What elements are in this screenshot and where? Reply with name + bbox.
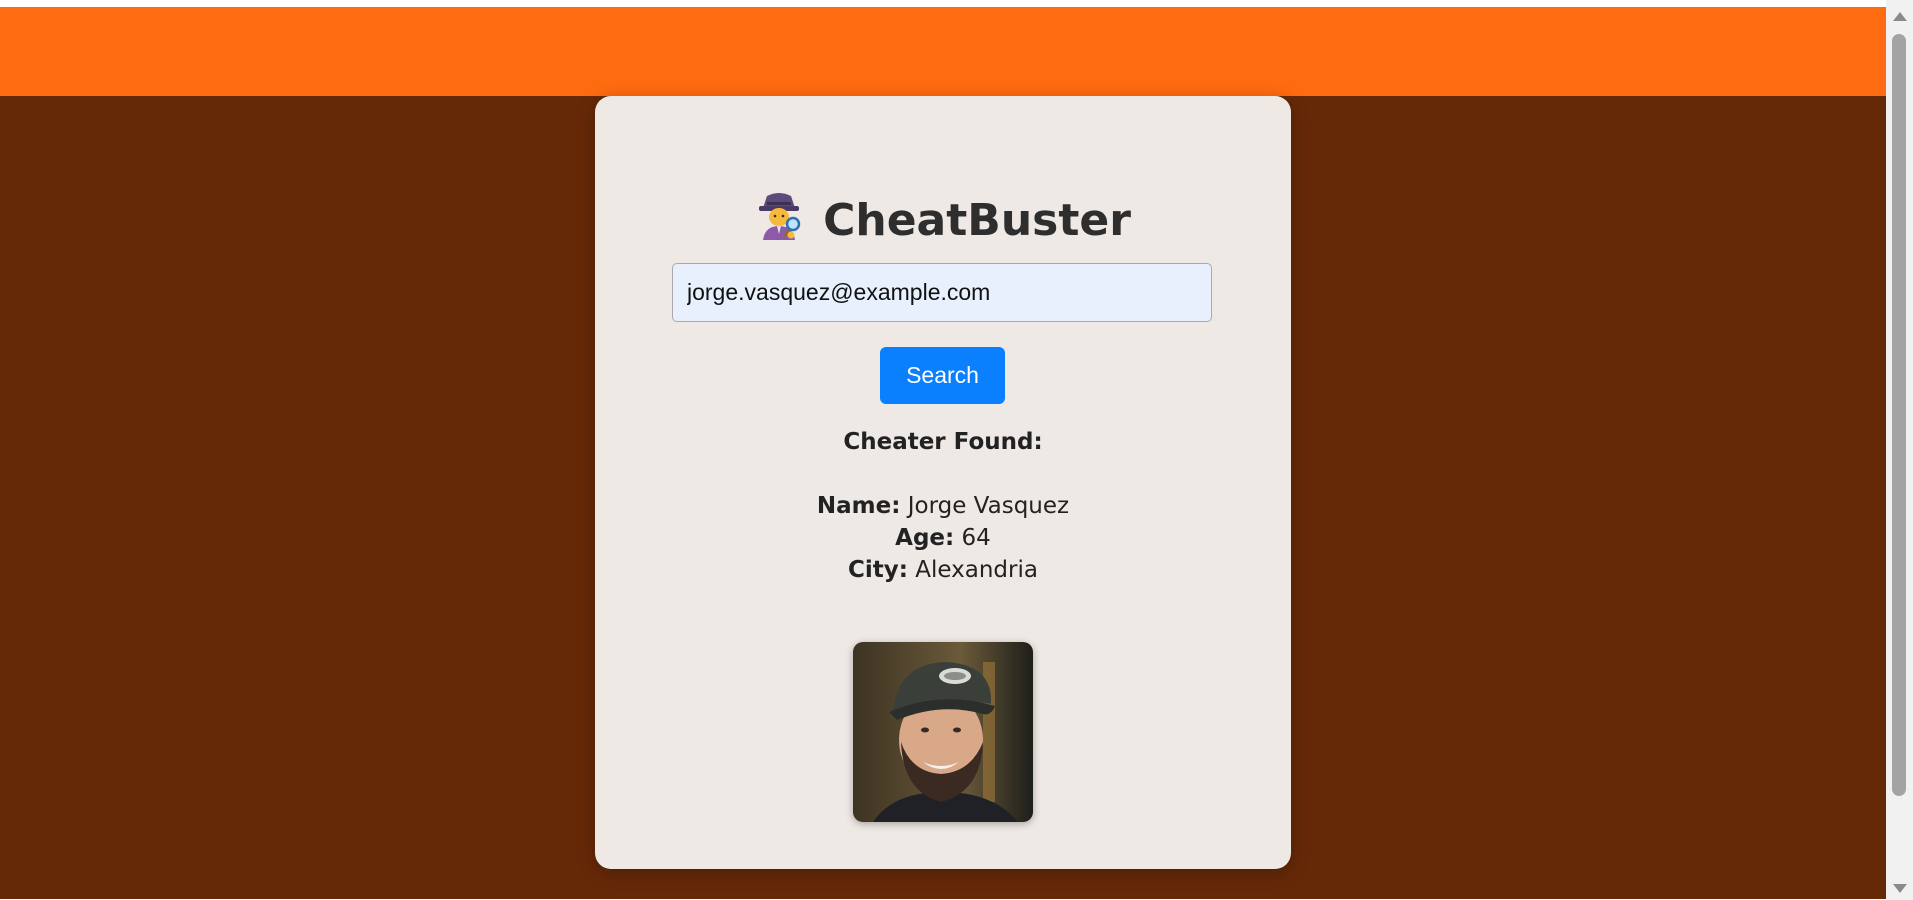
result-heading: Cheater Found: (843, 429, 1043, 455)
header-bar (0, 7, 1886, 96)
age-line: Age: 64 (595, 522, 1291, 554)
profile-photo (853, 642, 1033, 822)
detective-icon (755, 188, 803, 254)
name-line: Name: Jorge Vasquez (595, 490, 1291, 522)
city-value: Alexandria (915, 557, 1038, 583)
page-title: CheatBuster (595, 188, 1291, 254)
age-label: Age: (895, 525, 955, 551)
app-title: CheatBuster (823, 195, 1131, 246)
scroll-up-arrow-icon[interactable] (1893, 12, 1907, 21)
scrollbar-thumb[interactable] (1892, 34, 1906, 796)
name-label: Name: (816, 493, 901, 519)
email-search-input[interactable] (672, 263, 1212, 322)
scroll-down-arrow-icon[interactable] (1893, 884, 1907, 893)
city-label: City: (848, 557, 908, 583)
age-value: 64 (961, 525, 991, 551)
search-card: CheatBuster Search Cheater Found: Name: … (595, 96, 1291, 869)
city-line: City: Alexandria (595, 554, 1291, 586)
search-button[interactable]: Search (880, 347, 1005, 404)
vertical-scrollbar[interactable] (1886, 0, 1913, 900)
result-panel: Cheater Found: Name: Jorge Vasquez Age: … (595, 426, 1291, 586)
page: CheatBuster Search Cheater Found: Name: … (0, 7, 1886, 899)
name-value: Jorge Vasquez (907, 493, 1070, 519)
